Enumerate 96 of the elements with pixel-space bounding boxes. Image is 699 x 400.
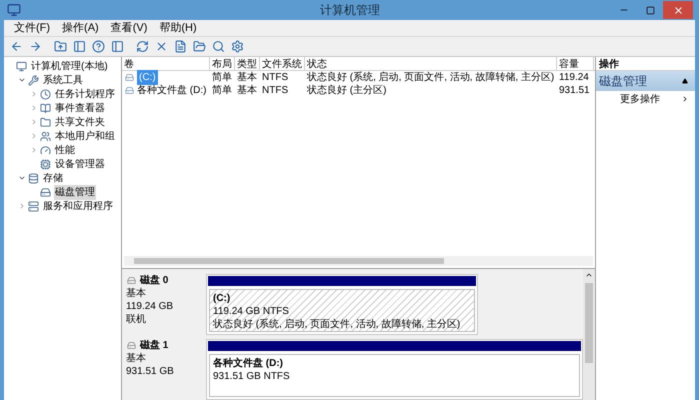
drive-icon: [124, 73, 135, 82]
column-header[interactable]: 容量: [557, 57, 594, 70]
drive-icon: [124, 86, 135, 95]
tree-item[interactable]: 磁盘管理: [54, 184, 96, 200]
table-cell-text: NTFS: [262, 84, 288, 98]
menu-item[interactable]: 操作(A): [58, 20, 103, 36]
partition-name: (C:): [213, 292, 232, 305]
open-folder-icon: [192, 40, 206, 53]
storage-icon: [28, 172, 39, 184]
expand-toggle[interactable]: [30, 132, 38, 140]
gauge-icon: [40, 144, 51, 156]
forward-icon: [28, 40, 42, 53]
column-header[interactable]: 状态: [305, 57, 557, 70]
close-button[interactable]: [663, 1, 693, 19]
clock-icon: [40, 88, 51, 100]
table-cell-text: 状态良好 (系统, 启动, 页面文件, 活动, 故障转储, 主分区): [307, 70, 554, 84]
expand-toggle[interactable]: [18, 76, 26, 84]
server-icon: [28, 200, 39, 212]
tree-item[interactable]: 设备管理器: [54, 156, 106, 172]
properties-icon: [174, 40, 186, 53]
tree-item[interactable]: 共享文件夹: [54, 114, 106, 130]
tree-item[interactable]: 本地用户和组: [54, 128, 116, 144]
partition-size: 931.51 GB NTFS: [213, 370, 291, 383]
tree-item[interactable]: 任务计划程序: [54, 86, 116, 102]
expand-toggle[interactable]: [30, 90, 38, 98]
horizontal-scrollbar[interactable]: [124, 256, 593, 266]
table-cell-text: 状态良好 (主分区): [307, 84, 386, 98]
maximize-icon: [646, 6, 654, 14]
toolbar-button[interactable]: [210, 38, 226, 54]
refresh-icon: [136, 40, 148, 53]
table-cell-text: NTFS: [262, 71, 288, 85]
column-header[interactable]: 文件系统: [260, 57, 305, 70]
chip-icon: [40, 158, 51, 170]
tree-item[interactable]: 存储: [42, 170, 64, 186]
table-cell-text: 931.51: [559, 84, 590, 98]
settings-icon: [230, 40, 244, 53]
tree-item[interactable]: 服务和应用程序: [42, 198, 114, 214]
delete-icon: [154, 40, 168, 53]
tools-icon: [28, 74, 39, 86]
column-header[interactable]: 布局: [210, 57, 235, 70]
disk-size: 931.51 GB: [126, 365, 175, 378]
toolbar-button[interactable]: [71, 38, 87, 54]
toolbar-button[interactable]: [109, 38, 125, 54]
folder-icon: [40, 116, 51, 128]
vertical-scrollbar[interactable]: [583, 269, 595, 400]
users-icon: [40, 130, 51, 142]
tree-item[interactable]: 性能: [54, 142, 76, 158]
toolbar-button[interactable]: [229, 38, 245, 54]
menu-item[interactable]: 查看(V): [106, 20, 152, 36]
help-icon: [92, 40, 104, 53]
app-icon: [7, 3, 21, 17]
disk-type: 基本: [126, 287, 147, 300]
table-cell-text: 基本: [237, 84, 257, 98]
partition-status: 状态良好 (系统, 启动, 页面文件, 活动, 故障转储, 主分区): [213, 318, 462, 331]
table-cell-text: 各种文件盘 (D:): [137, 84, 206, 98]
action-item[interactable]: 更多操作: [620, 92, 660, 106]
expand-toggle[interactable]: [30, 118, 38, 126]
disk-status: 联机: [126, 313, 147, 326]
table-cell-text: 简单: [212, 84, 232, 98]
partition-name: 各种文件盘 (D:): [213, 357, 284, 370]
folder-up-icon: [54, 40, 66, 53]
menu-item[interactable]: 帮助(H): [155, 20, 201, 36]
close-icon: [672, 4, 684, 16]
window-title: 计算机管理: [320, 2, 380, 19]
toolbar-button[interactable]: [52, 38, 68, 54]
disk-name: 磁盘 1: [140, 339, 168, 352]
expand-toggle[interactable]: [30, 146, 38, 154]
table-cell-text: 基本: [237, 70, 257, 84]
table-cell-text: 119.24: [559, 71, 589, 85]
back-icon: [10, 40, 22, 53]
partition-block[interactable]: (C:) 119.24 GB NTFS 状态良好 (系统, 启动, 页面文件, 活动, 故障转储, 主分区): [206, 274, 478, 335]
partition-size: 119.24 GB NTFS: [213, 305, 290, 318]
table-cell: (C:): [137, 70, 158, 85]
disk-size: 119.24 GB: [126, 300, 174, 313]
disk-name: 磁盘 0: [140, 274, 168, 287]
panel-icon: [72, 40, 86, 53]
scroll-up-icon[interactable]: [585, 271, 593, 279]
disk-type: 基本: [126, 352, 147, 365]
computer-icon: [16, 60, 27, 72]
search-icon: [212, 40, 224, 53]
menu-item[interactable]: 文件(F): [10, 20, 54, 36]
toolbar-button[interactable]: [90, 38, 106, 54]
tree-item[interactable]: 事件查看器: [54, 100, 106, 116]
expand-toggle[interactable]: [18, 202, 26, 210]
book-icon: [40, 102, 51, 114]
column-header[interactable]: 类型: [235, 57, 260, 70]
expand-toggle[interactable]: [18, 174, 26, 182]
toolbar-button[interactable]: [134, 38, 150, 54]
tree-item[interactable]: 系统工具: [42, 72, 84, 88]
collapse-icon[interactable]: [682, 78, 688, 84]
table-cell-text: 简单: [212, 70, 232, 84]
partition-block[interactable]: 各种文件盘 (D:) 931.51 GB NTFS: [206, 339, 583, 400]
tree-item[interactable]: 计算机管理(本地): [30, 58, 109, 74]
expand-toggle[interactable]: [30, 104, 38, 112]
toolbar-button[interactable]: [191, 38, 207, 54]
panel-icon: [110, 40, 124, 53]
